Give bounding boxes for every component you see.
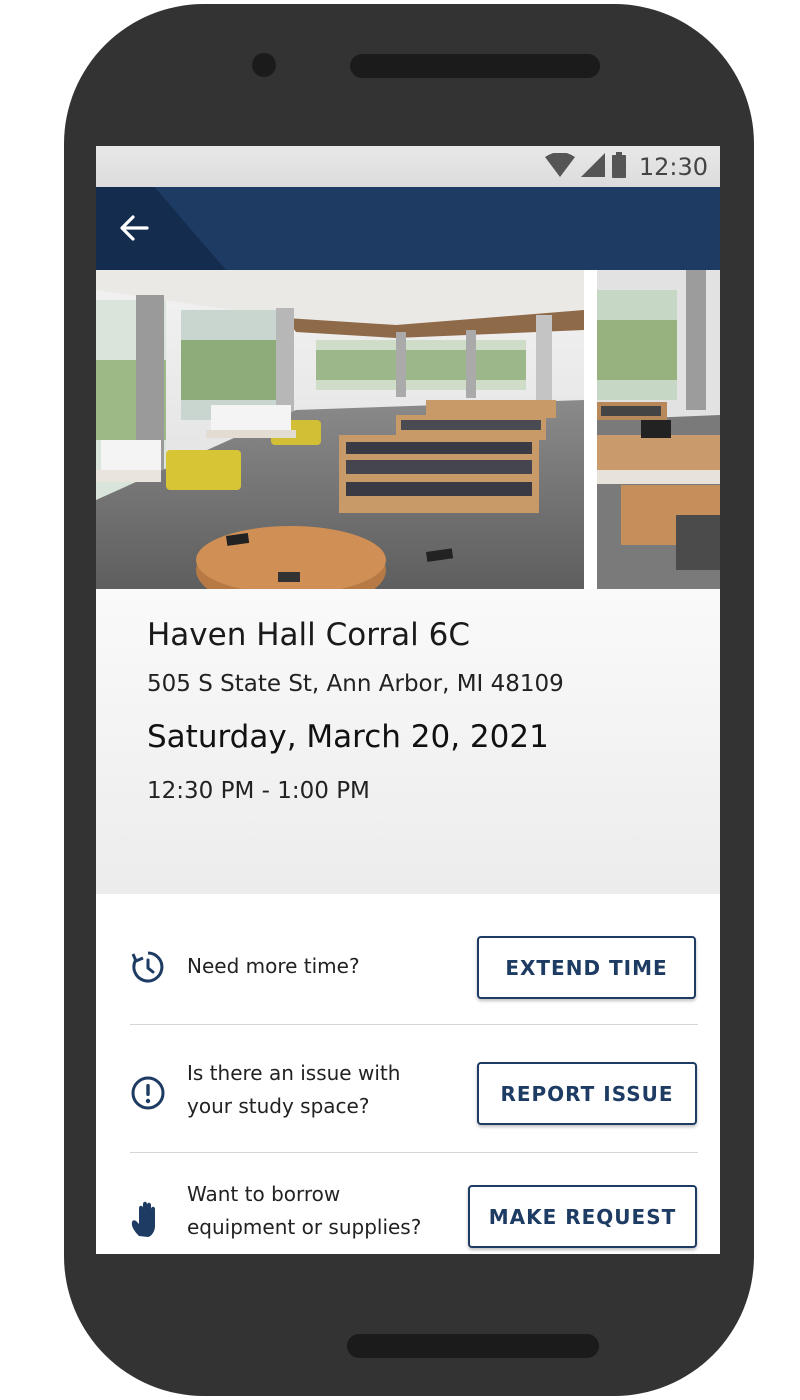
- make-request-prompt-line-1: Want to borrow: [187, 1182, 341, 1206]
- front-camera: [252, 53, 276, 77]
- wifi-icon: [544, 152, 575, 181]
- hand-icon: [130, 1201, 166, 1237]
- make-request-button[interactable]: MAKE REQUEST: [468, 1185, 697, 1248]
- extend-time-prompt: Need more time?: [187, 954, 360, 978]
- clock-extend-icon: [130, 949, 166, 985]
- library-photo: [96, 270, 720, 589]
- battery-icon: [611, 152, 627, 182]
- space-address: 505 S State St, Ann Arbor, MI 48109: [147, 671, 564, 697]
- status-time: 12:30: [638, 153, 708, 181]
- make-request-row: Want to borrow equipment or supplies? MA…: [96, 1153, 720, 1254]
- space-name: Haven Hall Corral 6C: [147, 617, 471, 653]
- booking-date: Saturday, March 20, 2021: [147, 719, 549, 755]
- cell-signal-icon: [580, 153, 605, 181]
- arrow-left-icon: [119, 215, 149, 245]
- status-bar: 12:30: [96, 146, 720, 187]
- extend-time-button[interactable]: EXTEND TIME: [477, 936, 696, 999]
- report-issue-prompt-line-2: your study space?: [187, 1094, 370, 1118]
- actions-panel: Need more time? EXTEND TIME Is there an …: [96, 894, 720, 1254]
- back-button[interactable]: [112, 208, 156, 252]
- space-details-card: Haven Hall Corral 6C 505 S State St, Ann…: [96, 589, 720, 894]
- make-request-prompt-line-2: equipment or supplies?: [187, 1215, 422, 1239]
- extend-time-row: Need more time? EXTEND TIME: [96, 894, 720, 1020]
- report-issue-button[interactable]: REPORT ISSUE: [477, 1062, 697, 1125]
- home-button[interactable]: [347, 1334, 599, 1358]
- report-issue-prompt-line-1: Is there an issue with: [187, 1061, 401, 1085]
- booking-time-range: 12:30 PM - 1:00 PM: [147, 778, 370, 804]
- app-screen: 12:30 Haven Hall Corral 6C 505 S State S…: [96, 146, 720, 1254]
- alert-circle-icon: [130, 1075, 166, 1111]
- report-issue-row: Is there an issue with your study space?…: [96, 1025, 720, 1151]
- app-bar: [96, 187, 720, 270]
- earpiece-speaker: [350, 54, 600, 78]
